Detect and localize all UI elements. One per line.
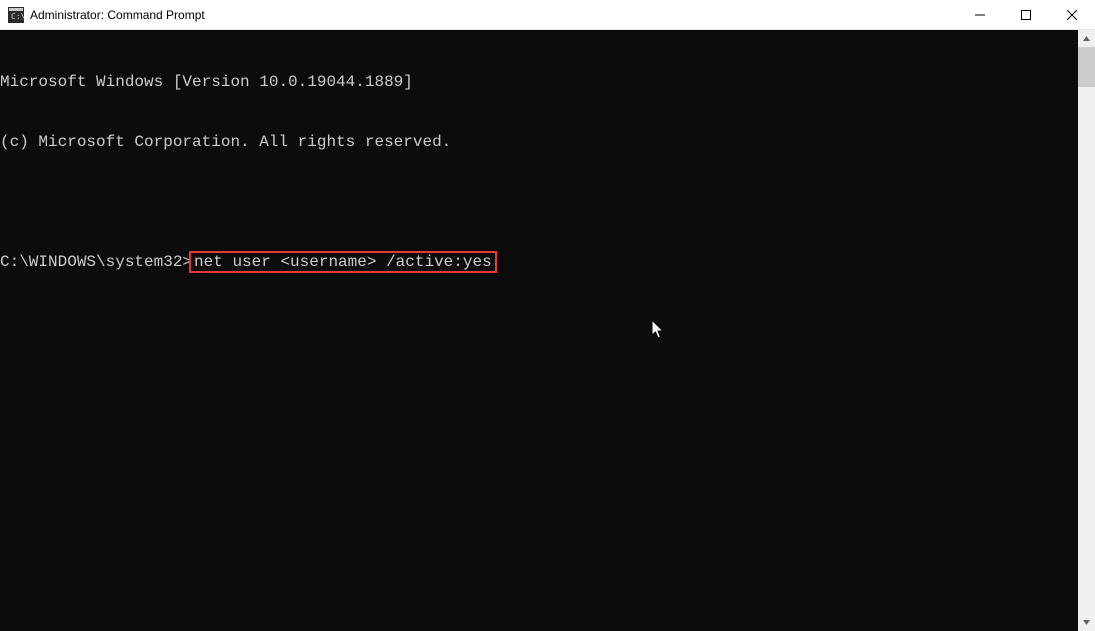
svg-text:C:\: C:\ [11, 12, 24, 21]
titlebar: C:\ Administrator: Command Prompt [0, 0, 1095, 30]
scroll-down-button[interactable] [1078, 614, 1095, 631]
window-title: Administrator: Command Prompt [30, 8, 205, 22]
mouse-cursor-icon [575, 300, 666, 366]
terminal-prompt-path: C:\WINDOWS\system32> [0, 252, 192, 272]
scroll-thumb[interactable] [1078, 47, 1095, 87]
terminal-line-version: Microsoft Windows [Version 10.0.19044.18… [0, 72, 1078, 92]
terminal-command-text: net user <username> /active:yes [194, 253, 492, 271]
scroll-track[interactable] [1078, 47, 1095, 614]
cmd-app-icon: C:\ [8, 7, 24, 23]
command-highlight: net user <username> /active:yes [189, 251, 497, 273]
terminal-line-blank [0, 192, 1078, 212]
terminal-area[interactable]: Microsoft Windows [Version 10.0.19044.18… [0, 30, 1078, 631]
close-button[interactable] [1049, 0, 1095, 30]
terminal-prompt-line: C:\WINDOWS\system32>net user <username> … [0, 252, 1078, 272]
scroll-up-button[interactable] [1078, 30, 1095, 47]
maximize-button[interactable] [1003, 0, 1049, 30]
cmd-window: C:\ Administrator: Command Prompt Micros… [0, 0, 1095, 631]
client-area: Microsoft Windows [Version 10.0.19044.18… [0, 30, 1095, 631]
terminal-line-copyright: (c) Microsoft Corporation. All rights re… [0, 132, 1078, 152]
minimize-button[interactable] [957, 0, 1003, 30]
vertical-scrollbar[interactable] [1078, 30, 1095, 631]
